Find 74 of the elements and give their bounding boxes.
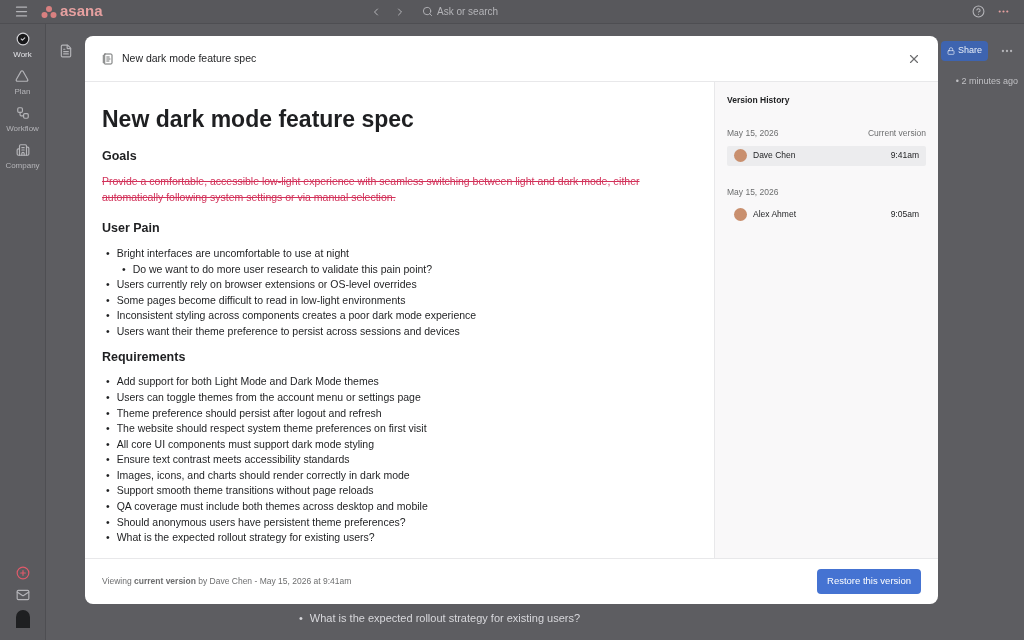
updated-time: • 2 minutes ago: [955, 75, 1018, 88]
dialog-title: New dark mode feature spec: [122, 50, 257, 66]
bullet: •: [299, 610, 303, 626]
bullet: •: [106, 467, 110, 483]
search-icon: [422, 6, 433, 17]
paragraph: Provide a comfortable, accessible low-light experience with seamless switching between light and dark mode, either automatically following system settings or via manual selection.: [102, 174, 641, 206]
list-item: Users currently rely on browser extensions or OS-level overrides: [116, 277, 417, 293]
nav-icon: [15, 143, 30, 157]
nav-icon: [15, 32, 30, 46]
nav-item[interactable]: Plan: [14, 69, 31, 98]
bullet: •: [122, 261, 126, 277]
footer-status: Viewing current version by Dave Chen - May 15, 2026 at 9:41am: [102, 575, 352, 588]
list-item: QA coverage must include both themes across desktop and mobile: [116, 499, 428, 515]
section-heading: Goals: [102, 147, 138, 165]
version-date: May 15, 2026: [727, 126, 779, 140]
avatar[interactable]: [15, 610, 30, 628]
list-item: Support smooth theme transitions without page reloads: [116, 483, 374, 499]
bullet: •: [106, 452, 110, 468]
list-item: Bright interfaces are uncomfortable to use at night: [116, 246, 349, 261]
nav-item[interactable]: Work: [13, 32, 32, 61]
section-heading: User Pain: [102, 220, 161, 238]
version-item[interactable]: Alex Ahmet 9:05am: [727, 204, 926, 225]
list-item: Add support for both Light Mode and Dark Mode themes: [116, 374, 379, 390]
bullet: •: [106, 421, 110, 437]
document-title: New dark mode feature spec: [102, 105, 415, 134]
bullet: •: [106, 436, 110, 452]
bullet: •: [106, 277, 110, 293]
logo-text: asana: [60, 1, 103, 22]
logo-icon: [41, 5, 57, 18]
nav-item[interactable]: Workflow: [6, 106, 39, 135]
mail-icon[interactable]: [15, 588, 30, 602]
bullet: •: [106, 499, 110, 515]
document-icon: [102, 52, 114, 65]
list-item: Should anonymous users have persistent theme preferences?: [116, 514, 406, 530]
list-item: The website should respect system theme preferences on first visit: [116, 421, 427, 437]
bullet: •: [106, 405, 110, 421]
bullet: •: [106, 323, 110, 339]
bullet: •: [106, 308, 110, 324]
list-item: All core UI components must support dark mode styling: [116, 436, 375, 452]
avatar: [734, 149, 747, 162]
bullet: •: [106, 374, 110, 390]
version-date: May 15, 2026: [727, 185, 779, 199]
help-icon[interactable]: [972, 5, 985, 18]
list-item: What is the expected rollout strategy for existing users?: [309, 610, 581, 626]
list-item: Theme preference should persist after logout and refresh: [116, 405, 382, 421]
restore-button[interactable]: Restore this version: [817, 569, 921, 594]
nav-icon: [15, 106, 30, 120]
search-field[interactable]: Ask or search: [437, 4, 607, 19]
avatar: [734, 207, 747, 221]
bullet: •: [106, 246, 110, 261]
bullet: •: [106, 514, 110, 530]
bullet: •: [106, 389, 110, 405]
lock-icon: [946, 47, 955, 55]
list-item: What is the expected rollout strategy for existing users?: [116, 530, 375, 546]
document-icon[interactable]: [58, 44, 73, 58]
share-button[interactable]: Share: [940, 41, 988, 61]
section-heading: Requirements: [102, 348, 187, 366]
bullet: •: [106, 530, 110, 546]
list-item: Inconsistent styling across components creates a poor dark mode experience: [116, 308, 477, 324]
list-item: Do we want to do more user research to validate this pain point?: [132, 261, 433, 277]
list-item: Users want their theme preference to persist across sessions and devices: [116, 323, 460, 339]
bullet: •: [106, 483, 110, 499]
nav-icon: [15, 69, 30, 83]
list-item: Images, icons, and charts should render correctly in dark mode: [116, 467, 410, 483]
nav-item[interactable]: Company: [5, 143, 40, 172]
bullet: •: [106, 292, 110, 308]
list-item: Users can toggle themes from the account menu or settings page: [116, 389, 421, 405]
add-icon[interactable]: [15, 566, 30, 580]
list-item: Some pages become difficult to read in low-light environments: [116, 292, 406, 308]
version-item[interactable]: Dave Chen 9:41am: [727, 145, 926, 166]
panel-title: Version History: [727, 94, 791, 107]
list-item: Ensure text contrast meets accessibility standards: [116, 452, 350, 468]
menu-icon[interactable]: [14, 4, 29, 19]
current-version-label: Current version: [867, 126, 926, 140]
